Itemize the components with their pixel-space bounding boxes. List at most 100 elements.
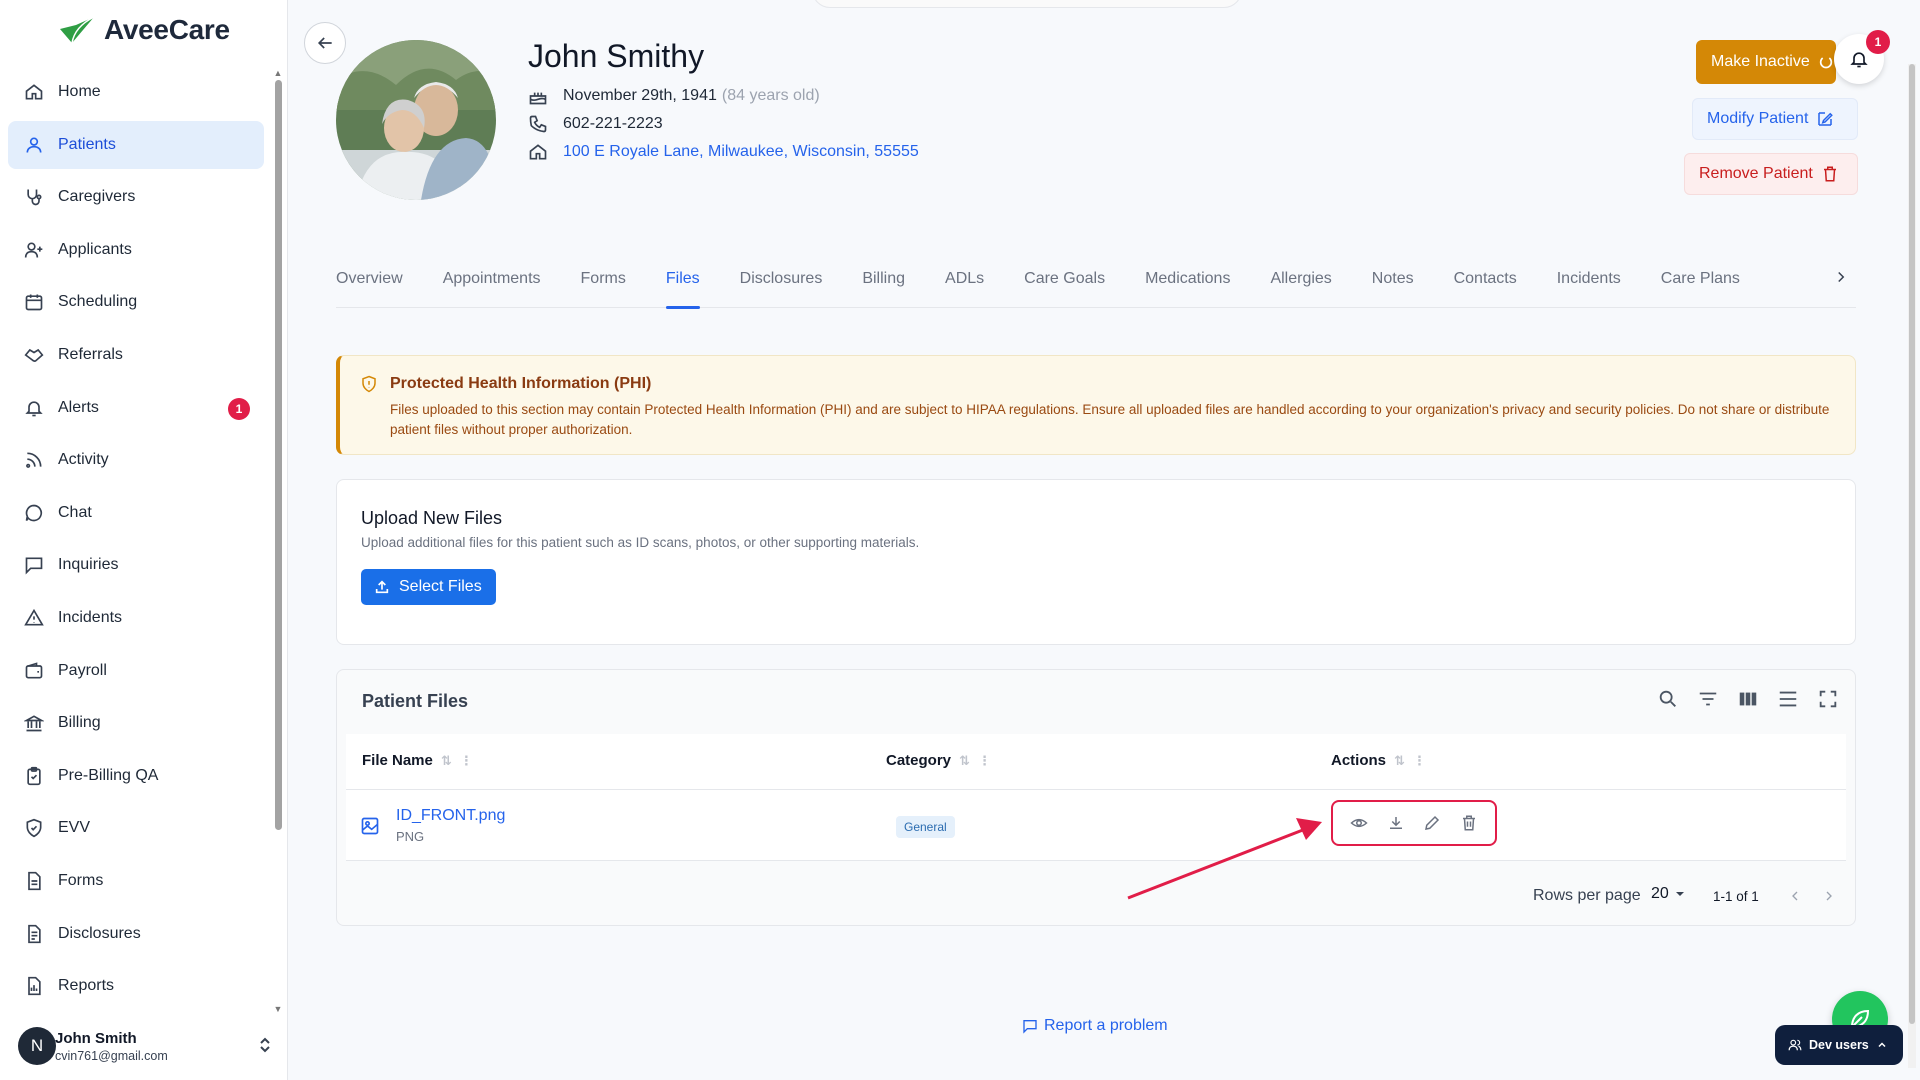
back-button[interactable] <box>304 22 346 64</box>
sidebar-item-caregivers[interactable]: Caregivers <box>8 173 264 221</box>
rows-per-page-select[interactable]: 20 <box>1651 885 1685 903</box>
tab-disclosures[interactable]: Disclosures <box>740 250 823 308</box>
page-scrollbar-thumb[interactable] <box>1909 64 1915 1024</box>
patient-dob: November 29th, 1941 <box>563 87 717 104</box>
sidebar-item-incidents[interactable]: Incidents <box>8 594 264 642</box>
delete-trash-icon[interactable] <box>1460 814 1478 832</box>
next-page-icon[interactable] <box>1821 888 1837 904</box>
sidebar-item-scheduling[interactable]: Scheduling <box>8 278 264 326</box>
chevron-up-icon <box>1876 1039 1888 1051</box>
sidebar-item-home[interactable]: Home <box>8 68 264 116</box>
sidebar-item-label: Incidents <box>58 608 123 626</box>
brand-name: AveeCare <box>104 14 230 45</box>
tab-billing[interactable]: Billing <box>862 250 905 308</box>
tab-incidents[interactable]: Incidents <box>1557 250 1621 308</box>
search-icon[interactable] <box>1657 688 1679 710</box>
column-menu-icon[interactable]: ⋮ <box>1413 753 1426 769</box>
scroll-down-arrow[interactable]: ▼ <box>273 1004 283 1014</box>
wallet-icon <box>22 659 46 683</box>
make-inactive-button[interactable]: Make Inactive <box>1696 40 1836 84</box>
users-icon <box>1788 1038 1802 1052</box>
upload-icon <box>374 579 390 595</box>
image-file-icon <box>360 816 380 836</box>
stethoscope-icon <box>22 185 46 209</box>
column-header-file-name[interactable]: File Name ⇅ ⋮ <box>362 752 473 769</box>
tab-forms[interactable]: Forms <box>581 250 626 308</box>
sidebar-item-payroll[interactable]: Payroll <box>8 647 264 695</box>
patient-photo <box>336 40 496 200</box>
tab-allergies[interactable]: Allergies <box>1270 250 1331 308</box>
patient-phone: 602-221-2223 <box>563 115 663 132</box>
sidebar-item-alerts[interactable]: Alerts 1 <box>8 384 264 432</box>
sidebar-item-label: Forms <box>58 871 104 889</box>
patient-name: John Smithy <box>528 38 705 74</box>
fullscreen-icon[interactable] <box>1817 688 1839 710</box>
column-header-category[interactable]: Category ⇅ ⋮ <box>886 752 991 769</box>
tab-appointments[interactable]: Appointments <box>443 250 541 308</box>
tab-care-goals[interactable]: Care Goals <box>1024 250 1105 308</box>
density-icon[interactable] <box>1777 688 1799 710</box>
sidebar-item-chat[interactable]: Chat <box>8 489 264 537</box>
tab-files[interactable]: Files <box>665 250 700 309</box>
sidebar-item-label: Activity <box>58 451 109 469</box>
tab-notes[interactable]: Notes <box>1372 250 1414 308</box>
sidebar-item-label: Referrals <box>58 345 123 363</box>
sidebar-item-pre-billing-qa[interactable]: Pre-Billing QA <box>8 752 264 800</box>
column-menu-icon[interactable]: ⋮ <box>978 753 991 769</box>
patient-address-link[interactable]: 100 E Royale Lane, Milwaukee, Wisconsin,… <box>563 143 919 161</box>
alerts-count-badge: 1 <box>228 397 250 420</box>
dev-users-button[interactable]: Dev users <box>1775 1025 1903 1065</box>
sort-icon[interactable]: ⇅ <box>441 753 452 769</box>
clipboard-check-icon <box>22 764 46 788</box>
column-header-actions[interactable]: Actions ⇅ ⋮ <box>1331 752 1426 769</box>
sidebar-scrollbar-thumb[interactable] <box>275 80 282 830</box>
select-files-button[interactable]: Select Files <box>361 569 496 605</box>
top-search-pill[interactable] <box>812 0 1242 8</box>
power-icon <box>1818 54 1834 70</box>
sidebar-item-label: Payroll <box>58 661 107 679</box>
brand-logo[interactable]: AveeCare <box>56 14 230 46</box>
sidebar-item-applicants[interactable]: Applicants <box>8 226 264 274</box>
modify-patient-button[interactable]: Modify Patient <box>1692 98 1858 140</box>
sort-icon[interactable]: ⇅ <box>1394 753 1405 769</box>
sidebar-item-billing[interactable]: Billing <box>8 699 264 747</box>
sidebar-item-label: Disclosures <box>58 924 141 942</box>
category-chip: General <box>896 816 955 838</box>
remove-patient-button[interactable]: Remove Patient <box>1684 153 1858 195</box>
view-eye-icon[interactable] <box>1350 814 1368 832</box>
sidebar-item-reports[interactable]: Reports <box>8 962 264 1010</box>
tab-overview[interactable]: Overview <box>336 250 403 308</box>
sidebar-item-referrals[interactable]: Referrals <box>8 331 264 379</box>
sidebar-item-inquiries[interactable]: Inquiries <box>8 541 264 589</box>
prev-page-icon[interactable] <box>1787 888 1803 904</box>
columns-icon[interactable] <box>1737 688 1759 710</box>
sidebar-item-disclosures[interactable]: Disclosures <box>8 910 264 958</box>
file-name-link[interactable]: ID_FRONT.png <box>396 807 505 825</box>
download-icon[interactable] <box>1387 814 1405 832</box>
report-problem-link[interactable]: Report a problem <box>1022 1017 1168 1035</box>
sidebar-item-evv[interactable]: EVV <box>8 804 264 852</box>
tab-contacts[interactable]: Contacts <box>1454 250 1517 308</box>
tab-medications[interactable]: Medications <box>1145 250 1230 308</box>
modify-patient-label: Modify Patient <box>1707 110 1809 127</box>
tab-adls[interactable]: ADLs <box>945 250 984 308</box>
sort-icon[interactable]: ⇅ <box>959 753 970 769</box>
sidebar-item-label: Alerts <box>58 398 99 416</box>
user-menu[interactable]: N John Smith cvin761@gmail.com <box>18 1024 280 1068</box>
tabs-scroll-right-icon[interactable] <box>1832 268 1850 286</box>
sidebar-item-activity[interactable]: Activity <box>8 436 264 484</box>
sidebar-item-label: Inquiries <box>58 556 119 574</box>
sidebar-item-label: Scheduling <box>58 293 138 311</box>
upload-subtitle: Upload additional files for this patient… <box>361 535 920 550</box>
filter-icon[interactable] <box>1697 688 1719 710</box>
scroll-up-arrow[interactable]: ▲ <box>273 68 283 78</box>
home-icon <box>528 142 548 162</box>
message-square-icon <box>22 553 46 577</box>
bank-icon <box>22 711 46 735</box>
phone-icon <box>528 114 548 134</box>
sidebar-item-forms[interactable]: Forms <box>8 857 264 905</box>
sidebar-item-patients[interactable]: Patients <box>8 120 264 169</box>
edit-pencil-icon[interactable] <box>1423 814 1441 832</box>
column-menu-icon[interactable]: ⋮ <box>460 753 473 769</box>
tab-care-plans[interactable]: Care Plans <box>1661 250 1740 308</box>
